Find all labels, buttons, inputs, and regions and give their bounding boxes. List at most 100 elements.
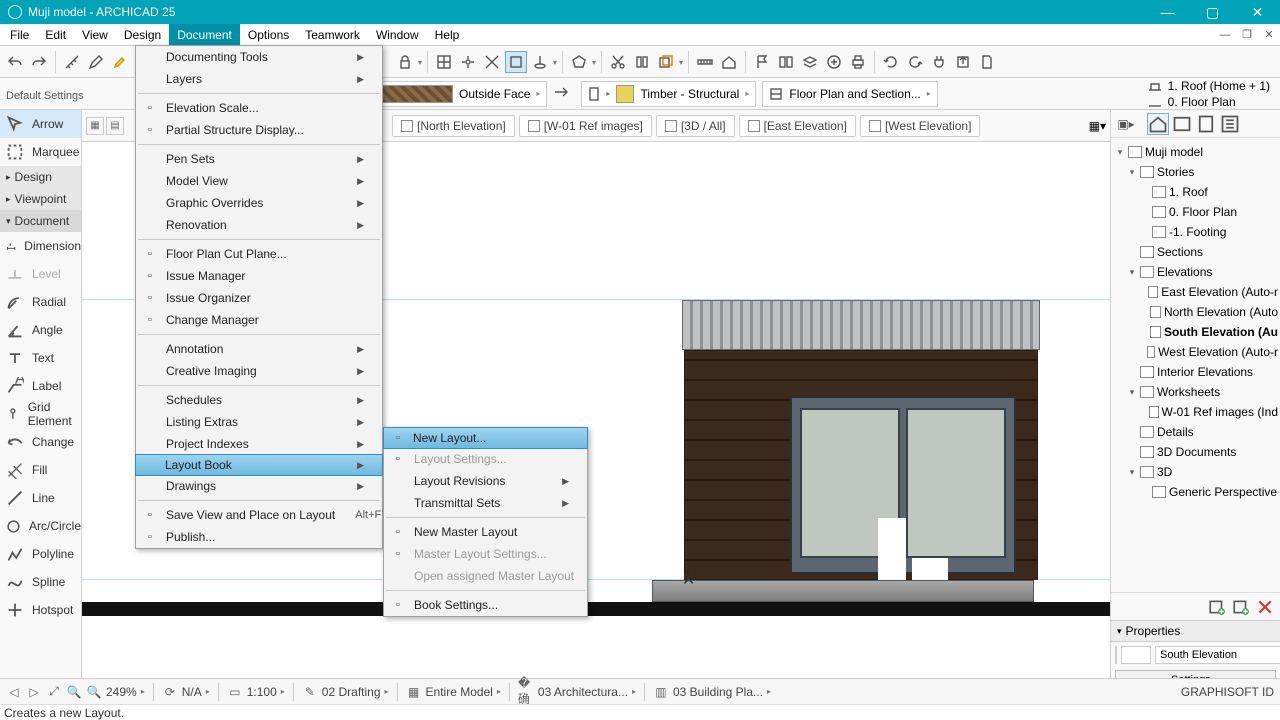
- menuitem-pen-sets[interactable]: Pen Sets▶: [136, 148, 382, 170]
- fit-icon[interactable]: ⤢: [46, 684, 62, 700]
- menuitem-model-view[interactable]: Model View▶: [136, 170, 382, 192]
- tree-0-floor-plan[interactable]: 0. Floor Plan: [1111, 202, 1280, 222]
- page-icon[interactable]: [976, 51, 998, 73]
- tab-3d[interactable]: [3D / All]: [656, 115, 735, 137]
- tree-south-elevation-au[interactable]: South Elevation (Au: [1111, 322, 1280, 342]
- menu-document[interactable]: Document: [169, 24, 240, 45]
- nav-project-map-icon[interactable]: [1147, 113, 1169, 135]
- refresh-icon[interactable]: [880, 51, 902, 73]
- menuitem-annotation[interactable]: Annotation▶: [136, 338, 382, 360]
- zoom-minus-icon[interactable]: 🔍: [66, 684, 82, 700]
- menuitem-drawings[interactable]: Drawings▶: [136, 475, 382, 497]
- edit-button[interactable]: [85, 51, 107, 73]
- snap-icon[interactable]: [457, 51, 479, 73]
- zoom-controls[interactable]: ◁ ▷ ⤢ 🔍 🔍 249%▸: [6, 684, 145, 700]
- properties-header[interactable]: ▾Properties: [1111, 620, 1280, 642]
- organizer-icon[interactable]: [775, 51, 797, 73]
- tool-change[interactable]: Change: [0, 428, 81, 456]
- zoom-plus-icon[interactable]: 🔍: [86, 684, 102, 700]
- tab-list-icon[interactable]: ▤: [106, 117, 124, 135]
- lock-icon[interactable]: [394, 51, 416, 73]
- tool-level[interactable]: Level: [0, 260, 81, 288]
- tree-sections[interactable]: Sections: [1111, 242, 1280, 262]
- section-viewpoint[interactable]: ▸Viewpoint: [0, 188, 81, 210]
- menuitem-creative-imaging[interactable]: Creative Imaging▶: [136, 360, 382, 382]
- submenuitem-new-layout-[interactable]: ▫New Layout...: [383, 427, 588, 449]
- submenuitem-layout-revisions[interactable]: Layout Revisions▶: [384, 470, 587, 492]
- mdi-minimize-icon[interactable]: —: [1214, 24, 1236, 45]
- tree-east-elevation-auto-r[interactable]: East Elevation (Auto-r: [1111, 282, 1280, 302]
- tool-spline[interactable]: Spline: [0, 568, 81, 596]
- tree-interior-elevations[interactable]: Interior Elevations: [1111, 362, 1280, 382]
- close-button[interactable]: ✕: [1235, 0, 1280, 24]
- print-icon[interactable]: [847, 51, 869, 73]
- tool-grid[interactable]: Grid Element: [0, 400, 81, 428]
- ruler-icon[interactable]: [694, 51, 716, 73]
- menuitem-layout-book[interactable]: Layout Book▶: [135, 454, 383, 476]
- snap-point-icon[interactable]: [505, 51, 527, 73]
- menu-file[interactable]: File: [2, 24, 37, 45]
- tree-muji-model[interactable]: ▾Muji model: [1111, 142, 1280, 162]
- penset-group[interactable]: ✎02 Drafting▸: [302, 684, 389, 700]
- highlight-button[interactable]: [109, 51, 131, 73]
- tree--1-footing[interactable]: -1. Footing: [1111, 222, 1280, 242]
- new-viewpoint-icon[interactable]: [1208, 598, 1226, 616]
- submenuitem-book-settings-[interactable]: ▫Book Settings...: [384, 594, 587, 616]
- material-selector[interactable]: ▸ Timber - Structural ▸: [581, 81, 756, 107]
- mdi-restore-icon[interactable]: ❐: [1236, 24, 1258, 45]
- gravity-icon[interactable]: [529, 51, 551, 73]
- menuitem-layers[interactable]: Layers▶: [136, 68, 382, 90]
- menu-window[interactable]: Window: [368, 24, 427, 45]
- menuitem-schedules[interactable]: Schedules▶: [136, 389, 382, 411]
- floor-selector[interactable]: 1. Roof (Home + 1) 0. Floor Plan: [1148, 74, 1276, 114]
- tool-line[interactable]: Line: [0, 484, 81, 512]
- minimize-button[interactable]: —: [1145, 0, 1190, 24]
- orientation-group[interactable]: ⟳N/A▸: [162, 684, 210, 700]
- tree-details[interactable]: Details: [1111, 422, 1280, 442]
- menuitem-documenting-tools[interactable]: Documenting Tools▶: [136, 46, 382, 68]
- menu-teamwork[interactable]: Teamwork: [297, 24, 368, 45]
- nav-view-map-icon[interactable]: [1171, 113, 1193, 135]
- tree-3d[interactable]: ▾3D: [1111, 462, 1280, 482]
- guides-icon[interactable]: [481, 51, 503, 73]
- rebuild-icon[interactable]: [904, 51, 926, 73]
- submenuitem-transmittal-sets[interactable]: Transmittal Sets▶: [384, 492, 587, 514]
- tool-polyline[interactable]: Polyline: [0, 540, 81, 568]
- model-group[interactable]: ▦Entire Model▸: [406, 684, 501, 700]
- maximize-button[interactable]: ▢: [1190, 0, 1235, 24]
- tabs-overflow-icon[interactable]: ▦▾: [1089, 119, 1106, 133]
- prop-id-input[interactable]: [1121, 646, 1151, 664]
- redo-button[interactable]: [28, 51, 50, 73]
- navigator-tree[interactable]: ▾Muji model▾Stories1. Roof0. Floor Plan-…: [1111, 138, 1280, 592]
- zoom-out-icon[interactable]: ◁: [6, 684, 22, 700]
- tool-angle[interactable]: Angle: [0, 316, 81, 344]
- section-document[interactable]: ▾Document: [0, 210, 81, 232]
- menuitem-graphic-overrides[interactable]: Graphic Overrides▶: [136, 192, 382, 214]
- tree-worksheets[interactable]: ▾Worksheets: [1111, 382, 1280, 402]
- attrs-icon[interactable]: [823, 51, 845, 73]
- tab-east[interactable]: [East Elevation]: [739, 115, 856, 137]
- tree-north-elevation-auto[interactable]: North Elevation (Auto: [1111, 302, 1280, 322]
- flip-button[interactable]: [553, 84, 569, 103]
- menuitem-save-view-and-place-on-layout[interactable]: ▫Save View and Place on LayoutAlt+F7: [136, 504, 382, 526]
- menuitem-issue-organizer[interactable]: ▫Issue Organizer: [136, 287, 382, 309]
- tree-generic-perspective[interactable]: Generic Perspective: [1111, 482, 1280, 502]
- nav-layout-icon[interactable]: [1195, 113, 1217, 135]
- tool-label[interactable]: A1Label: [0, 372, 81, 400]
- menu-view[interactable]: View: [74, 24, 116, 45]
- prop-name-input[interactable]: [1155, 646, 1280, 664]
- tool-arc[interactable]: Arc/Circle: [0, 512, 81, 540]
- tree-1-roof[interactable]: 1. Roof: [1111, 182, 1280, 202]
- submenuitem-new-master-layout[interactable]: ▫New Master Layout: [384, 521, 587, 543]
- tool-radial[interactable]: Radial: [0, 288, 81, 316]
- tool-arrow[interactable]: Arrow: [0, 110, 81, 138]
- face-selector[interactable]: Outside Face ▸: [356, 81, 547, 107]
- scale-group[interactable]: ▭1:100▸: [227, 684, 285, 700]
- plug-icon[interactable]: [928, 51, 950, 73]
- menuitem-project-indexes[interactable]: Project Indexes▶: [136, 433, 382, 455]
- export-icon[interactable]: [952, 51, 974, 73]
- suspend-icon[interactable]: [631, 51, 653, 73]
- flag-icon[interactable]: [751, 51, 773, 73]
- new-folder-icon[interactable]: [1232, 598, 1250, 616]
- undo-button[interactable]: [4, 51, 26, 73]
